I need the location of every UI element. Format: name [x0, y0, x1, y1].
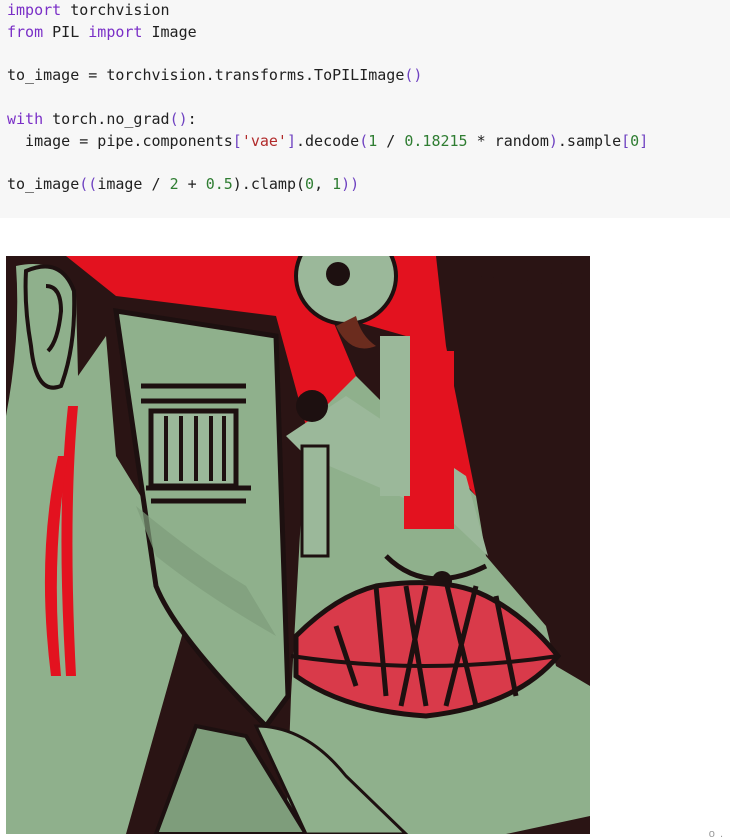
code-token: .sample — [557, 131, 622, 150]
code-token: ).clamp( — [232, 175, 306, 194]
code-line[interactable] — [7, 87, 648, 109]
code-token: image / — [97, 175, 170, 194]
code-token: to_image = torchvision.transforms.ToPILI… — [7, 66, 405, 85]
code-token: import — [88, 22, 143, 41]
code-token: 'vae' — [241, 131, 287, 150]
cell-output-image — [6, 256, 590, 834]
code-token: 2 — [169, 175, 179, 194]
code-token: .decode — [296, 131, 360, 150]
code-token: * random — [467, 131, 549, 150]
code-cell[interactable]: import torchvision from PIL import Image t… — [0, 0, 730, 218]
code-token: )) — [341, 175, 360, 194]
code-editor[interactable]: import torchvision from PIL import Image t… — [7, 0, 648, 196]
code-token: with — [7, 109, 44, 128]
code-token: torchvision — [61, 1, 170, 19]
code-token: 0 — [630, 131, 640, 150]
code-line[interactable]: to_image((image / 2 + 0.5).clamp(0, 1)) — [7, 174, 648, 196]
code-token: (( — [79, 175, 98, 194]
code-token: ( — [359, 131, 369, 150]
code-token: 1 — [332, 175, 342, 194]
generated-cubist-face-image — [6, 256, 590, 834]
code-token: () — [169, 109, 188, 128]
code-line[interactable]: from PIL import Image — [7, 22, 648, 44]
code-token: import — [7, 1, 62, 19]
code-line[interactable] — [7, 153, 648, 175]
code-token: , — [314, 175, 333, 194]
code-token: 0 — [305, 175, 315, 194]
code-token: ) — [548, 131, 558, 150]
code-token: ] — [639, 131, 649, 150]
code-line[interactable] — [7, 44, 648, 66]
code-token: 1 — [368, 131, 378, 150]
code-token: image = pipe.components — [7, 131, 233, 150]
code-token: [ — [232, 131, 242, 150]
code-token: to_image — [7, 175, 80, 194]
code-token: from — [7, 22, 44, 41]
code-token: + — [178, 175, 206, 194]
code-token: () — [404, 66, 423, 85]
code-token: ] — [286, 131, 296, 150]
code-line[interactable]: with torch.no_grad(): — [7, 109, 648, 131]
code-token: / — [377, 131, 405, 150]
code-token: [ — [621, 131, 631, 150]
code-token: torch.no_grad — [43, 109, 170, 128]
code-line[interactable]: image = pipe.components['vae'].decode(1 … — [7, 131, 648, 153]
code-line[interactable]: to_image = torchvision.transforms.ToPILI… — [7, 65, 648, 87]
code-token: : — [187, 109, 197, 128]
footer-fragment: o . — [708, 828, 724, 840]
code-token: 0.18215 — [404, 131, 468, 150]
code-token: 0.5 — [205, 175, 233, 194]
code-token: Image — [142, 22, 197, 41]
code-line[interactable]: import torchvision — [7, 0, 648, 22]
code-token: PIL — [43, 22, 89, 41]
